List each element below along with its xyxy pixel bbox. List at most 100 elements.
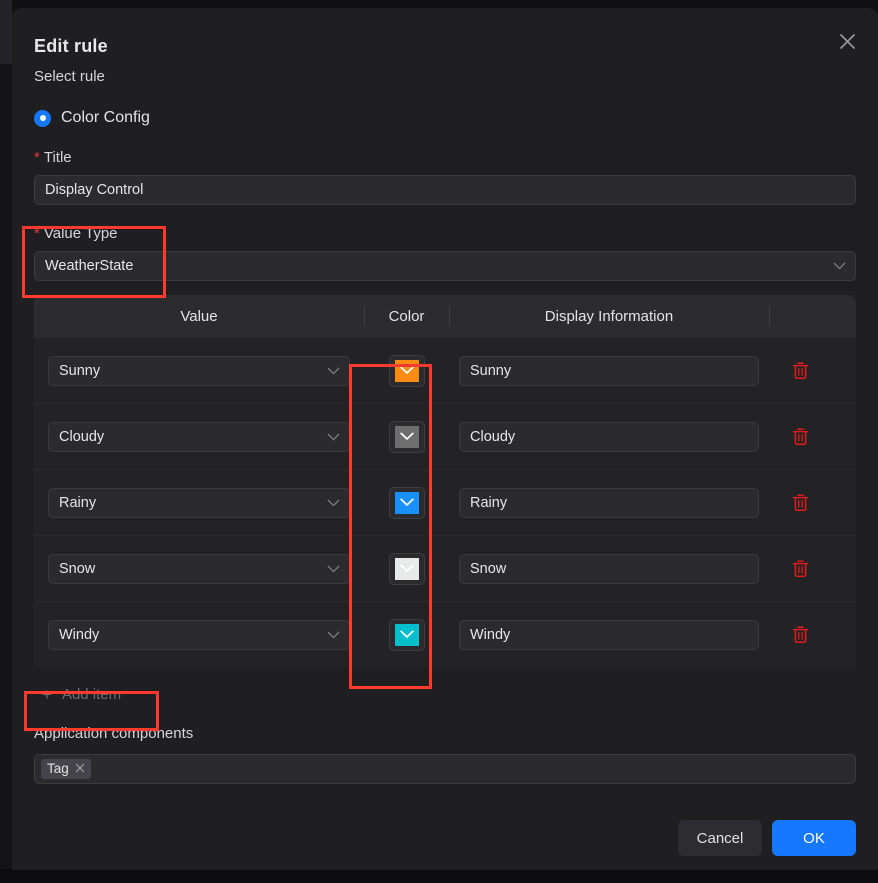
trash-icon[interactable] [789,491,811,515]
display-information-input[interactable]: Snow [459,553,759,584]
application-components-input[interactable]: Tag [34,754,856,784]
row-display-cell: Sunny [449,355,769,386]
row-value-cell: Snow [34,553,364,584]
application-components-label: Application components [34,725,194,742]
color-swatch [394,425,419,448]
column-header-value: Value [180,307,218,325]
row-actions-cell [769,623,854,647]
title-label-text: Title [43,149,72,166]
row-value-cell: Cloudy [34,421,364,452]
value-select[interactable]: Snow [48,553,350,584]
title-input[interactable]: Display Control [34,175,856,205]
color-picker-button[interactable] [388,552,425,585]
radio-color-config[interactable]: Color Config [34,109,150,127]
application-root: Edit rule Select rule Color Config * Titl… [0,0,878,883]
row-value-cell: Sunny [34,355,364,386]
plus-icon: + [42,684,52,704]
row-color-cell [364,354,449,387]
color-picker-button[interactable] [388,618,425,651]
row-value-cell: Windy [34,619,364,650]
color-swatch [394,491,419,514]
background-page-bottom-bar [0,869,878,883]
value-select[interactable]: Cloudy [48,421,350,452]
table-row: Rainy Rainy [34,469,856,535]
rules-table: Value Color Display Information Sunny Sun… [34,295,856,667]
chevron-down-icon [327,631,340,639]
dialog-title: Edit rule [34,36,108,56]
trash-icon[interactable] [789,557,811,581]
row-actions-cell [769,491,854,515]
color-picker-button[interactable] [388,354,425,387]
background-page-sliver [0,0,12,883]
row-display-cell: Cloudy [449,421,769,452]
table-row: Sunny Sunny [34,337,856,403]
radio-selected-icon [34,109,51,127]
row-color-cell [364,552,449,585]
value-select-text: Sunny [59,362,101,379]
trash-icon[interactable] [789,359,811,383]
display-information-input[interactable]: Rainy [459,487,759,518]
table-body: Sunny Sunny Cloudy Cloudy Rainy Rainy Snow Snow… [34,337,856,667]
table-row: Cloudy Cloudy [34,403,856,469]
background-page-toolbar-sliver [0,0,12,64]
close-icon[interactable] [75,763,85,775]
table-row: Windy Windy [34,601,856,667]
required-asterisk: * [34,225,40,242]
color-swatch [394,359,419,382]
table-row: Snow Snow [34,535,856,601]
chevron-down-icon [327,367,340,375]
chevron-down-icon [327,433,340,441]
row-actions-cell [769,359,854,383]
dialog-body: Select rule Color Config * Title Display … [12,68,878,784]
row-color-cell [364,420,449,453]
column-header-color: Color [364,295,449,337]
row-display-cell: Snow [449,553,769,584]
chevron-down-icon [327,499,340,507]
tag-chip[interactable]: Tag [41,759,91,779]
column-header-actions [769,295,854,337]
row-actions-cell [769,425,854,449]
color-swatch [394,623,419,646]
value-select[interactable]: Sunny [48,355,350,386]
value-type-selected-value: WeatherState [45,258,134,274]
color-swatch [394,557,419,580]
value-type-label-text: Value Type [43,225,118,242]
tag-chip-label: Tag [47,761,69,776]
radio-color-config-label: Color Config [61,109,150,126]
value-select-text: Rainy [59,494,97,511]
cancel-button[interactable]: Cancel [678,820,762,856]
table-header-row: Value Color Display Information [34,295,856,337]
dialog-footer: Cancel OK [678,820,856,856]
value-select-text: Cloudy [59,428,105,445]
row-value-cell: Rainy [34,487,364,518]
add-item-button[interactable]: + Add item [34,677,154,711]
value-select-text: Windy [59,626,100,643]
add-item-label: Add item [61,685,122,703]
row-color-cell [364,486,449,519]
display-information-input[interactable]: Cloudy [459,421,759,452]
value-select-text: Snow [59,560,96,577]
display-information-input[interactable]: Windy [459,619,759,650]
title-field-label: * Title [34,149,856,167]
trash-icon[interactable] [789,623,811,647]
row-color-cell [364,618,449,651]
row-actions-cell [769,557,854,581]
value-select[interactable]: Windy [48,619,350,650]
value-type-field-label: * Value Type [34,225,856,243]
dialog-header: Edit rule [12,8,878,68]
color-picker-button[interactable] [388,486,425,519]
color-picker-button[interactable] [388,420,425,453]
ok-button[interactable]: OK [772,820,856,856]
value-select[interactable]: Rainy [48,487,350,518]
chevron-down-icon [833,262,846,270]
trash-icon[interactable] [789,425,811,449]
select-rule-label: Select rule [34,68,105,85]
display-information-input[interactable]: Sunny [459,355,759,386]
chevron-down-icon [327,565,340,573]
edit-rule-dialog: Edit rule Select rule Color Config * Titl… [12,8,878,870]
row-display-cell: Rainy [449,487,769,518]
value-type-select[interactable]: WeatherState [34,251,856,281]
close-icon[interactable] [828,22,866,60]
row-display-cell: Windy [449,619,769,650]
required-asterisk: * [34,149,40,166]
